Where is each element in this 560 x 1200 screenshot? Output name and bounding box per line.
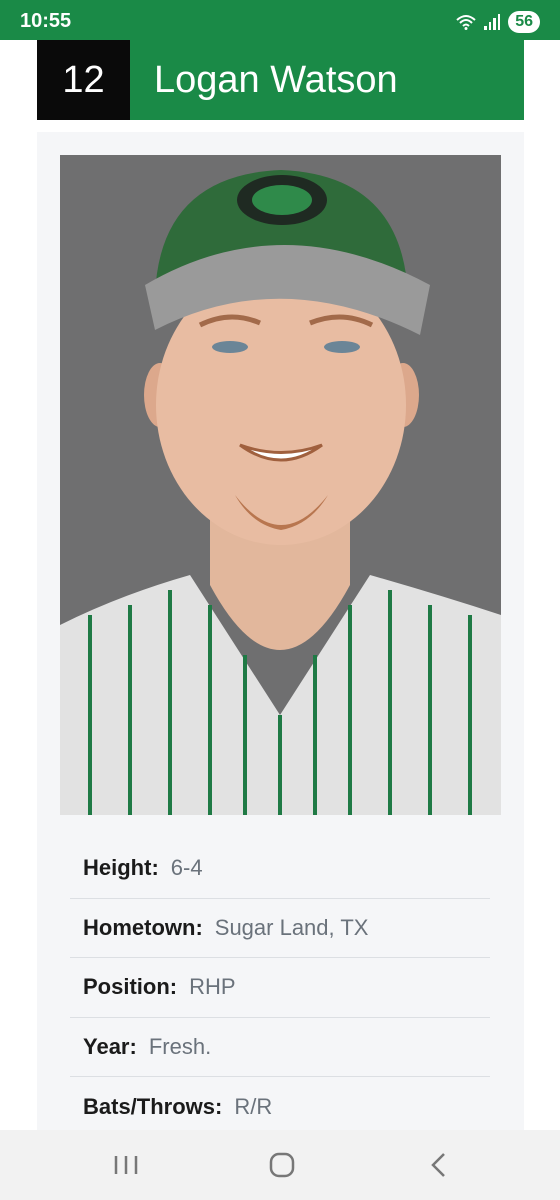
home-icon (269, 1152, 295, 1178)
info-value: Sugar Land, TX (214, 914, 369, 940)
back-icon (431, 1153, 445, 1177)
back-button[interactable] (419, 1148, 459, 1182)
info-label: Bats/Throws: (83, 1093, 223, 1119)
info-label: Year: (83, 1033, 137, 1059)
recent-apps-icon (114, 1156, 138, 1174)
status-time: 10:55 (20, 10, 72, 32)
home-button[interactable] (262, 1148, 302, 1182)
info-value: Fresh. (148, 1033, 212, 1059)
info-row-year: Year: Fresh. (70, 1018, 490, 1077)
wifi-icon (456, 15, 476, 30)
player-card: Height: 6-4 Hometown: Sugar Land, TX Pos… (37, 132, 524, 1132)
signal-icon (484, 14, 501, 30)
status-icons: 56 (456, 11, 540, 33)
info-value: RHP (189, 974, 236, 1000)
navigation-bar (0, 1130, 560, 1200)
player-info-list: Height: 6-4 Hometown: Sugar Land, TX Pos… (70, 839, 490, 1137)
player-name: Logan Watson (154, 58, 398, 101)
status-bar: 10:55 56 (0, 0, 560, 40)
info-value: 6-4 (170, 855, 203, 881)
player-photo (60, 155, 501, 815)
jersey-number: 12 (37, 40, 130, 120)
info-label: Hometown: (83, 914, 203, 940)
recent-apps-button[interactable] (106, 1148, 146, 1182)
info-row-height: Height: 6-4 (70, 839, 490, 899)
info-row-position: Position: RHP (70, 958, 490, 1018)
info-label: Position: (83, 974, 178, 1000)
info-value: R/R (234, 1093, 273, 1119)
player-illustration (60, 155, 501, 815)
info-label: Height: (83, 855, 159, 881)
battery-badge: 56 (508, 11, 540, 33)
info-row-hometown: Hometown: Sugar Land, TX (70, 899, 490, 958)
info-row-bats-throws: Bats/Throws: R/R (70, 1077, 490, 1137)
player-header: 12 Logan Watson (37, 40, 524, 120)
